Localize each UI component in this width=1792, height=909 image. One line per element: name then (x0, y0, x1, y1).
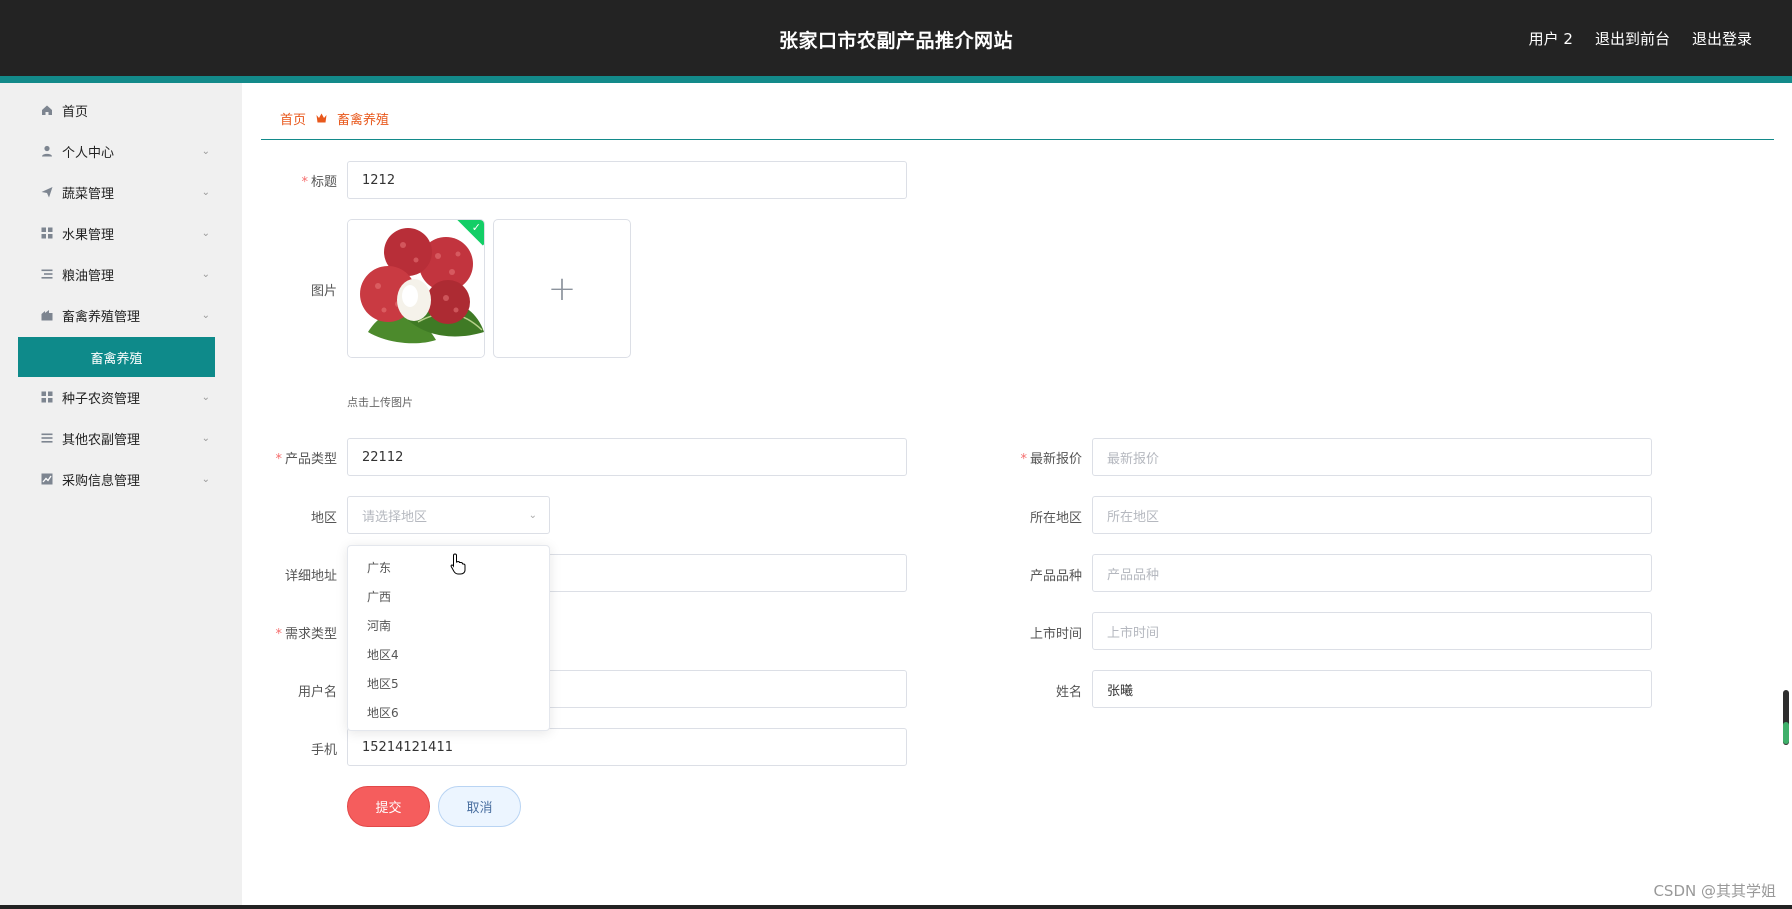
sidebar-item-label: 种子农资管理 (62, 391, 141, 407)
bottom-border (0, 905, 1792, 909)
breadcrumb-current: 畜禽养殖 (337, 113, 390, 128)
phone-input[interactable]: 15214121411 (347, 728, 907, 766)
logout-link[interactable]: 退出登录 (1692, 28, 1752, 49)
chevron-down-icon: ⌄ (201, 268, 210, 280)
region-label: 地区 (310, 511, 337, 526)
username-label: 用户名 (297, 685, 337, 700)
sidebar-item-label: 采购信息管理 (62, 473, 141, 489)
sidebar-item-purchase[interactable]: 采购信息管理 ⌄ (40, 464, 210, 494)
latest-price-input[interactable]: 最新报价 (1092, 438, 1652, 476)
submit-button[interactable]: 提交 (347, 786, 430, 827)
upload-tip: 点击上传图片 (347, 396, 413, 409)
check-icon: ✓ (471, 221, 481, 234)
breadcrumb-home[interactable]: 首页 (280, 109, 306, 128)
title-input[interactable]: 1212 (347, 161, 907, 199)
menu-icon (40, 431, 54, 445)
breadcrumb: 首页 畜禽养殖 (280, 109, 389, 128)
watermark: CSDN @其其学姐 (1653, 882, 1776, 900)
shop-icon (40, 308, 54, 322)
crown-icon (316, 112, 327, 126)
send-icon (40, 185, 54, 199)
upload-add-button[interactable]: + (493, 219, 631, 358)
name-label: 姓名 (1055, 685, 1082, 700)
sidebar-item-label: 首页 (62, 104, 89, 120)
home-icon (40, 103, 54, 117)
sidebar-item-seed[interactable]: 种子农资管理 ⌄ (40, 382, 210, 412)
sidebar-item-label: 其他农副管理 (62, 432, 141, 448)
address-label: 详细地址 (284, 569, 337, 584)
breadcrumb-divider (261, 139, 1774, 140)
region-option[interactable]: 广西 (367, 588, 391, 605)
region-select[interactable]: 请选择地区 ⌄ (347, 496, 550, 534)
title-label: * 标题 (301, 175, 337, 190)
sidebar-subitem-livestock-active[interactable]: 畜禽养殖 (18, 337, 215, 377)
cancel-button[interactable]: 取消 (438, 786, 521, 827)
chevron-up-icon: ⌄ (201, 309, 210, 321)
sidebar-item-personal[interactable]: 个人中心 ⌄ (40, 136, 210, 166)
grid-icon (40, 226, 54, 240)
sidebar-item-label: 蔬菜管理 (62, 186, 115, 202)
sidebar-item-vegetable[interactable]: 蔬菜管理 ⌄ (40, 177, 210, 207)
chevron-down-icon: ⌄ (201, 391, 210, 403)
header-links: 用户 2 退出到前台 退出登录 (1529, 28, 1752, 49)
demand-type-label: * 需求类型 (275, 627, 337, 642)
variety-label: 产品品种 (1029, 569, 1082, 584)
user-icon (40, 144, 54, 158)
top-header: 张家口市农副产品推介网站 用户 2 退出到前台 退出登录 (0, 0, 1792, 76)
chevron-up-icon: ⌄ (528, 510, 537, 521)
grid-icon (40, 390, 54, 404)
scrollbar-thumb-highlight (1783, 722, 1789, 744)
image-label: 图片 (310, 284, 337, 299)
sidebar-item-fruit[interactable]: 水果管理 ⌄ (40, 218, 210, 248)
phone-label: 手机 (310, 743, 337, 758)
chevron-down-icon: ⌄ (201, 186, 210, 198)
launch-time-label: 上市时间 (1029, 627, 1082, 642)
region-option[interactable]: 地区6 (367, 704, 399, 721)
launch-time-input[interactable]: 上市时间 (1092, 612, 1652, 650)
chevron-down-icon: ⌄ (201, 145, 210, 157)
sidebar: 首页 个人中心 ⌄ 蔬菜管理 ⌄ 水果管理 ⌄ 粮油管理 ⌄ 畜禽养殖管理 ⌄ (0, 83, 242, 909)
sidebar-item-other[interactable]: 其他农副管理 ⌄ (40, 423, 210, 453)
chevron-down-icon: ⌄ (201, 473, 210, 485)
product-type-input[interactable]: 22112 (347, 438, 907, 476)
chart-icon (40, 472, 54, 486)
sidebar-item-label: 水果管理 (62, 227, 115, 243)
plus-icon: + (547, 268, 577, 309)
list-icon (40, 267, 54, 281)
back-to-front-link[interactable]: 退出到前台 (1595, 28, 1670, 49)
sidebar-item-label: 个人中心 (62, 145, 115, 161)
sidebar-item-label: 粮油管理 (62, 268, 115, 284)
chevron-down-icon: ⌄ (201, 432, 210, 444)
region-dropdown: 广东 广西 河南 地区4 地区5 地区6 (347, 545, 550, 731)
region-option[interactable]: 地区4 (367, 646, 399, 663)
sidebar-item-grain-oil[interactable]: 粮油管理 ⌄ (40, 259, 210, 289)
sidebar-item-label: 畜禽养殖管理 (62, 309, 141, 325)
uploaded-image-thumbnail[interactable]: ✓ (347, 219, 485, 358)
sidebar-item-livestock[interactable]: 畜禽养殖管理 ⌄ (40, 300, 210, 330)
location-input[interactable]: 所在地区 (1092, 496, 1652, 534)
chevron-down-icon: ⌄ (201, 227, 210, 239)
sidebar-item-home[interactable]: 首页 (40, 95, 210, 125)
latest-price-label: * 最新报价 (1020, 452, 1082, 467)
variety-input[interactable]: 产品品种 (1092, 554, 1652, 592)
header-accent-bar (0, 76, 1792, 83)
hand-cursor-icon (450, 553, 466, 579)
location-label: 所在地区 (1029, 511, 1082, 526)
region-option[interactable]: 河南 (367, 617, 391, 634)
region-option[interactable]: 地区5 (367, 675, 399, 692)
name-input[interactable]: 张曦 (1092, 670, 1652, 708)
lychee-image (348, 220, 484, 357)
region-option[interactable]: 广东 (367, 559, 391, 576)
product-type-label: * 产品类型 (275, 452, 337, 467)
site-title: 张家口市农副产品推介网站 (778, 30, 1013, 52)
user-label[interactable]: 用户 2 (1529, 28, 1573, 49)
